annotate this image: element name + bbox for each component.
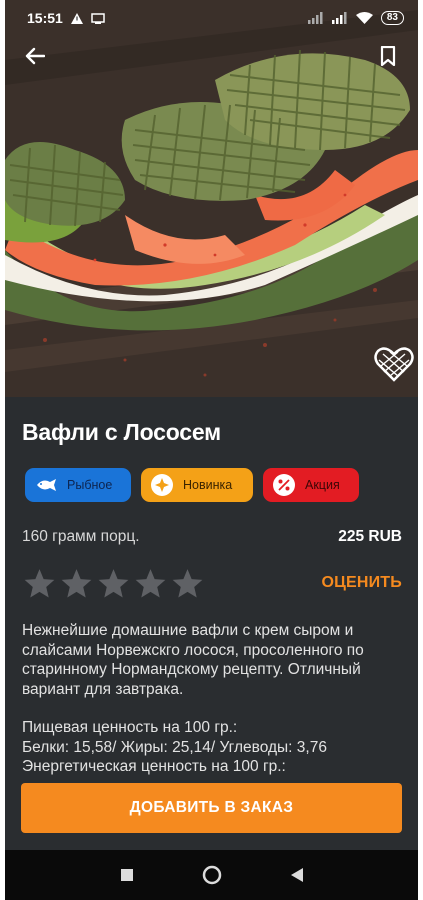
battery-icon: 83 xyxy=(380,11,404,25)
recents-icon[interactable] xyxy=(120,868,134,882)
system-nav-bar xyxy=(5,850,418,900)
price: 225 RUB xyxy=(338,528,402,545)
star-icon[interactable] xyxy=(134,567,167,600)
portion-size: 160 грамм порц. xyxy=(22,528,140,545)
nutrition-line: Пищевая ценность на 100 гр.: xyxy=(22,719,238,736)
arrow-left-icon xyxy=(25,47,45,65)
nutrition-info: Пищевая ценность на 100 гр.: Белки: 15,5… xyxy=(22,718,402,777)
signal-icon xyxy=(307,12,323,24)
warning-icon xyxy=(70,12,83,24)
phone-screen: 15:51 83 Вафли с Лососем Рыбное Новинка … xyxy=(5,0,418,900)
fish-icon xyxy=(35,474,57,496)
tag-new-label: Новинка xyxy=(183,478,233,492)
tag-sale[interactable]: Акция xyxy=(263,468,359,502)
product-photo xyxy=(5,0,418,397)
bookmark-icon xyxy=(380,46,396,66)
nutrition-line: Энергетическая ценность на 100 гр.: xyxy=(22,758,286,775)
home-icon[interactable] xyxy=(202,865,222,885)
status-bar: 15:51 83 xyxy=(5,0,418,36)
tag-fish-label: Рыбное xyxy=(67,478,113,492)
waffle-heart-icon xyxy=(374,347,414,382)
star-burst-icon xyxy=(151,474,173,496)
product-title: Вафли с Лососем xyxy=(22,419,221,445)
rate-button[interactable]: ОЦЕНИТЬ xyxy=(321,574,402,592)
tag-fish[interactable]: Рыбное xyxy=(25,468,131,502)
bookmark-button[interactable] xyxy=(372,42,404,70)
star-icon[interactable] xyxy=(60,567,93,600)
status-time: 15:51 xyxy=(27,10,63,26)
star-icon[interactable] xyxy=(97,567,130,600)
star-icon[interactable] xyxy=(23,567,56,600)
star-icon[interactable] xyxy=(171,567,204,600)
back-nav-icon[interactable] xyxy=(290,867,304,883)
waffle-salmon-photo xyxy=(5,0,418,397)
add-to-order-button[interactable]: ДОБАВИТЬ В ЗАКАЗ xyxy=(21,783,402,833)
product-description: Нежнейшие домашние вафли с крем сыром и … xyxy=(22,622,364,698)
wifi-icon xyxy=(355,12,373,24)
nutrition-line: Белки: 15,58/ Жиры: 25,14/ Углеводы: 3,7… xyxy=(22,738,327,756)
back-button[interactable] xyxy=(19,42,51,70)
percent-badge-icon xyxy=(273,474,295,496)
tag-new[interactable]: Новинка xyxy=(141,468,253,502)
product-details: Вафли с Лососем Рыбное Новинка Акция 160… xyxy=(5,397,418,850)
cast-icon xyxy=(91,12,105,24)
tag-sale-label: Акция xyxy=(305,478,340,492)
favorite-heart-button[interactable] xyxy=(374,346,414,387)
rating-stars[interactable] xyxy=(23,567,204,600)
signal-icon xyxy=(331,12,347,24)
product-tags: Рыбное Новинка Акция xyxy=(25,468,359,502)
